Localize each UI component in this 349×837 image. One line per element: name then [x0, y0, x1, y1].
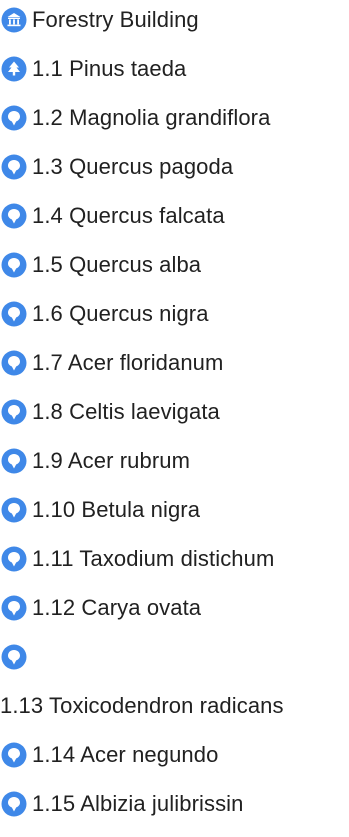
- map-marker-icon: [0, 349, 28, 377]
- list-item-label: 1.3 Quercus pagoda: [32, 154, 234, 179]
- list-item-1-13[interactable]: 1.13 Toxicodendron radicans: [0, 686, 284, 726]
- map-marker-icon: [0, 741, 28, 769]
- list-item-1-2[interactable]: 1.2 Magnolia grandiflora: [0, 98, 270, 138]
- list-item-label: 1.5 Quercus alba: [32, 252, 202, 277]
- list-item-1-5[interactable]: 1.5 Quercus alba: [0, 245, 201, 285]
- tree-marker-icon: [0, 55, 28, 83]
- building-icon: [0, 6, 28, 34]
- map-marker-icon: [0, 104, 28, 132]
- map-marker-icon: [0, 545, 28, 573]
- list-item-label: 1.11 Taxodium distichum: [32, 546, 275, 571]
- list-item-1-8[interactable]: 1.8 Celtis laevigata: [0, 392, 220, 432]
- list-item-1-15[interactable]: 1.15 Albizia julibrissin: [0, 784, 244, 824]
- map-marker-icon: [0, 398, 28, 426]
- list-item-1-7[interactable]: 1.7 Acer floridanum: [0, 343, 223, 383]
- list-item-1-3[interactable]: 1.3 Quercus pagoda: [0, 147, 233, 187]
- list-item-forestry-building[interactable]: Forestry Building: [0, 0, 199, 40]
- list-item-1-14[interactable]: 1.14 Acer negundo: [0, 735, 218, 775]
- list-item-1-13-marker[interactable]: [0, 637, 28, 677]
- list-item-label: 1.14 Acer negundo: [32, 742, 219, 767]
- list-item-label: 1.8 Celtis laevigata: [32, 399, 220, 424]
- list-item-label: 1.13 Toxicodendron radicans: [0, 693, 284, 718]
- list-item-label: Forestry Building: [32, 7, 199, 32]
- list-item-label: 1.4 Quercus falcata: [32, 203, 225, 228]
- list-item-1-9[interactable]: 1.9 Acer rubrum: [0, 441, 190, 481]
- list-item-1-10[interactable]: 1.10 Betula nigra: [0, 490, 200, 530]
- list-item-1-1[interactable]: 1.1 Pinus taeda: [0, 49, 186, 89]
- map-marker-icon: [0, 300, 28, 328]
- list-item-1-4[interactable]: 1.4 Quercus falcata: [0, 196, 225, 236]
- list-item-label: 1.2 Magnolia grandiflora: [32, 105, 271, 130]
- list-item-1-6[interactable]: 1.6 Quercus nigra: [0, 294, 209, 334]
- list-item-label: 1.7 Acer floridanum: [32, 350, 224, 375]
- list-item-label: 1.1 Pinus taeda: [32, 56, 187, 81]
- list-item-label: 1.10 Betula nigra: [32, 497, 201, 522]
- list-item-1-12[interactable]: 1.12 Carya ovata: [0, 588, 201, 628]
- map-marker-icon: [0, 790, 28, 818]
- map-marker-icon: [0, 447, 28, 475]
- list-item-label: 1.6 Quercus nigra: [32, 301, 209, 326]
- map-marker-icon: [0, 643, 28, 671]
- map-marker-icon: [0, 496, 28, 524]
- list-item-1-11[interactable]: 1.11 Taxodium distichum: [0, 539, 274, 579]
- list-item-label: 1.15 Albizia julibrissin: [32, 791, 244, 816]
- map-marker-icon: [0, 153, 28, 181]
- list-item-label: 1.12 Carya ovata: [32, 595, 202, 620]
- map-marker-icon: [0, 594, 28, 622]
- map-marker-icon: [0, 202, 28, 230]
- map-marker-icon: [0, 251, 28, 279]
- list-item-label: 1.9 Acer rubrum: [32, 448, 191, 473]
